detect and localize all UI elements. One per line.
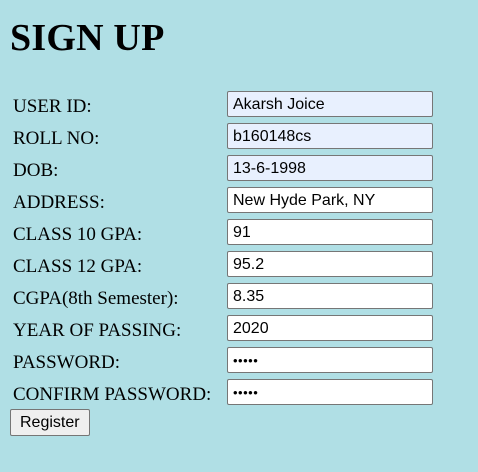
user-id-input[interactable] bbox=[227, 91, 433, 117]
password-input[interactable] bbox=[227, 347, 433, 373]
cgpa-input[interactable] bbox=[227, 283, 433, 309]
user-id-label: USER ID: bbox=[13, 96, 92, 117]
year-of-passing-input[interactable] bbox=[227, 315, 433, 341]
class12-gpa-label: CLASS 12 GPA: bbox=[13, 256, 143, 277]
form-row-cgpa: CGPA(8th Semester): bbox=[0, 283, 478, 313]
form-row-class10-gpa: CLASS 10 GPA: bbox=[0, 219, 478, 249]
page-title: SIGN UP bbox=[10, 17, 165, 59]
roll-no-label: ROLL NO: bbox=[13, 128, 100, 149]
year-of-passing-label: YEAR OF PASSING: bbox=[13, 320, 182, 341]
confirm-password-label: CONFIRM PASSWORD: bbox=[13, 384, 212, 405]
password-label: PASSWORD: bbox=[13, 352, 121, 373]
address-label: ADDRESS: bbox=[13, 192, 105, 213]
dob-input[interactable] bbox=[227, 155, 433, 181]
confirm-password-input[interactable] bbox=[227, 379, 433, 405]
class10-gpa-input[interactable] bbox=[227, 219, 433, 245]
form-row-user-id: USER ID: bbox=[0, 91, 478, 121]
form-row-class12-gpa: CLASS 12 GPA: bbox=[0, 251, 478, 281]
roll-no-input[interactable] bbox=[227, 123, 433, 149]
dob-label: DOB: bbox=[13, 160, 59, 181]
class12-gpa-input[interactable] bbox=[227, 251, 433, 277]
form-row-address: ADDRESS: bbox=[0, 187, 478, 217]
form-row-password: PASSWORD: bbox=[0, 347, 478, 377]
address-input[interactable] bbox=[227, 187, 433, 213]
form-row-year-of-passing: YEAR OF PASSING: bbox=[0, 315, 478, 345]
form-row-roll-no: ROLL NO: bbox=[0, 123, 478, 153]
form-row-confirm-password: CONFIRM PASSWORD: bbox=[0, 379, 478, 409]
class10-gpa-label: CLASS 10 GPA: bbox=[13, 224, 143, 245]
cgpa-label: CGPA(8th Semester): bbox=[13, 288, 179, 309]
form-row-dob: DOB: bbox=[0, 155, 478, 185]
register-button[interactable]: Register bbox=[10, 409, 90, 436]
